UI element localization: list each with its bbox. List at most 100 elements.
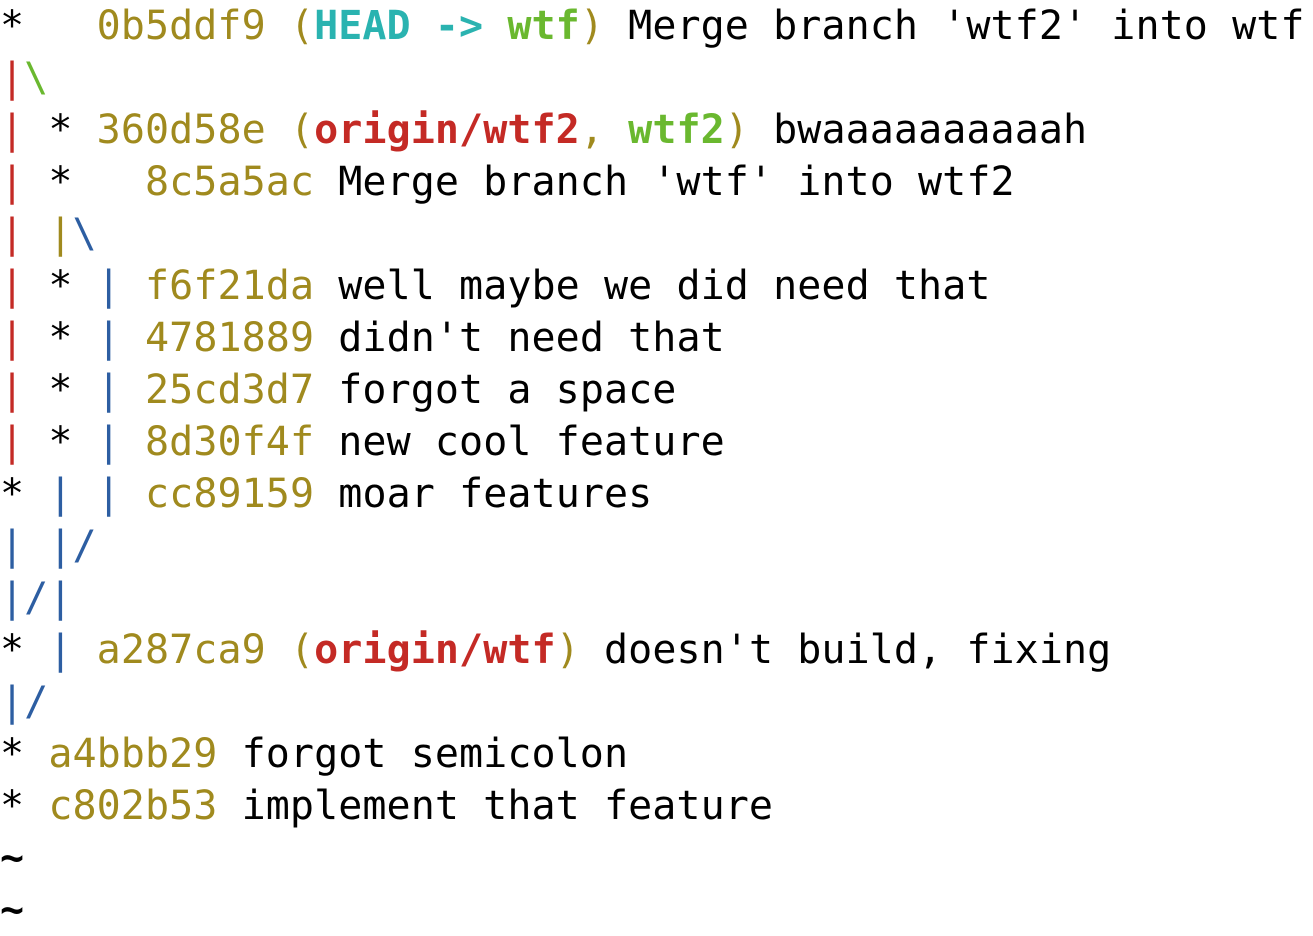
log-line: * | | cc89159 moar features	[0, 468, 1313, 520]
log-segment: *	[24, 367, 97, 413]
log-segment: )	[724, 107, 774, 153]
log-line: * c802b53 implement that feature	[0, 780, 1313, 832]
log-segment: |	[48, 471, 73, 517]
log-segment: forgot a space	[338, 367, 677, 413]
log-segment: |	[48, 575, 73, 621]
log-segment: 0b5ddf9	[96, 3, 290, 49]
log-segment	[24, 211, 48, 257]
log-segment: |	[0, 679, 25, 725]
log-segment: Merge branch 'wtf' into wtf2	[338, 159, 1015, 205]
log-segment: wtf2	[628, 107, 725, 153]
log-segment: *	[0, 627, 49, 673]
terminal-pager[interactable]: * 0b5ddf9 (HEAD -> wtf) Merge branch 'wt…	[0, 0, 1313, 933]
log-segment: |	[0, 523, 25, 569]
log-line: | * | f6f21da well maybe we did need tha…	[0, 260, 1313, 312]
log-segment: ~	[0, 835, 25, 881]
log-segment: |	[0, 55, 25, 101]
log-segment: new cool feature	[338, 419, 725, 465]
log-line: |/|	[0, 572, 1313, 624]
log-segment: origin/wtf2	[314, 107, 580, 153]
log-segment: Merge branch 'wtf2' into wtf	[628, 3, 1305, 49]
log-segment: *	[0, 731, 49, 777]
log-segment: |	[48, 627, 73, 673]
log-segment: ~	[0, 887, 25, 933]
log-segment: |	[0, 159, 25, 205]
log-segment: |	[96, 419, 121, 465]
log-segment: a4bbb29	[48, 731, 242, 777]
log-segment: wtf	[507, 3, 580, 49]
log-segment: origin/wtf	[314, 627, 556, 673]
log-line: | * | 25cd3d7 forgot a space	[0, 364, 1313, 416]
log-segment: *	[24, 315, 97, 361]
log-segment: |	[0, 367, 25, 413]
log-segment: |	[96, 471, 121, 517]
log-segment	[121, 367, 145, 413]
log-segment: well maybe we did need that	[338, 263, 991, 309]
log-segment: (	[289, 3, 315, 49]
log-segment: (	[289, 627, 315, 673]
log-line: ~	[0, 884, 1313, 936]
log-segment: /	[24, 575, 49, 621]
log-segment: )	[555, 627, 605, 673]
log-segment: 25cd3d7	[145, 367, 339, 413]
log-segment: |	[48, 523, 73, 569]
log-line: | |\	[0, 208, 1313, 260]
log-segment	[121, 419, 145, 465]
log-segment	[121, 471, 145, 517]
log-segment	[73, 471, 97, 517]
log-line: |\	[0, 52, 1313, 104]
log-segment: HEAD ->	[314, 3, 508, 49]
log-segment: c802b53	[48, 783, 242, 829]
log-segment: bwaaaaaaaaaah	[773, 107, 1088, 153]
log-segment: \	[72, 211, 97, 257]
log-segment	[121, 315, 145, 361]
log-line: | |/	[0, 520, 1313, 572]
log-segment: f6f21da	[145, 263, 339, 309]
log-line: | * | 4781889 didn't need that	[0, 312, 1313, 364]
log-segment: implement that feature	[241, 783, 774, 829]
log-segment: *	[24, 263, 97, 309]
log-segment: |	[0, 315, 25, 361]
log-line: * | a287ca9 (origin/wtf) doesn't build, …	[0, 624, 1313, 676]
log-segment: )	[579, 3, 629, 49]
log-line: | * 360d58e (origin/wtf2, wtf2) bwaaaaaa…	[0, 104, 1313, 156]
log-segment: |	[0, 263, 25, 309]
log-segment: |	[96, 367, 121, 413]
log-line: ~	[0, 832, 1313, 884]
log-segment: |	[96, 315, 121, 361]
log-segment: doesn't build, fixing	[604, 627, 1112, 673]
log-segment	[24, 523, 48, 569]
log-segment: 8d30f4f	[145, 419, 339, 465]
log-segment	[121, 263, 145, 309]
log-line: * 0b5ddf9 (HEAD -> wtf) Merge branch 'wt…	[0, 0, 1313, 52]
log-segment: |	[96, 263, 121, 309]
log-segment: moar features	[338, 471, 653, 517]
log-line: | * | 8d30f4f new cool feature	[0, 416, 1313, 468]
log-segment: 360d58e	[96, 107, 290, 153]
log-segment: *	[0, 783, 49, 829]
log-line: | * 8c5a5ac Merge branch 'wtf' into wtf2	[0, 156, 1313, 208]
log-segment: cc89159	[145, 471, 339, 517]
log-segment: (	[289, 107, 315, 153]
log-segment: *	[24, 159, 145, 205]
log-segment: *	[0, 3, 97, 49]
log-segment: |	[48, 211, 73, 257]
log-segment: 8c5a5ac	[144, 159, 339, 205]
log-segment: *	[24, 107, 97, 153]
log-segment: a287ca9	[96, 627, 290, 673]
log-segment: *	[0, 471, 49, 517]
log-segment: /	[24, 679, 49, 725]
log-segment: |	[0, 575, 25, 621]
log-line: * a4bbb29 forgot semicolon	[0, 728, 1313, 780]
log-segment: \	[24, 55, 49, 101]
log-segment: *	[24, 419, 97, 465]
log-segment: /	[72, 523, 97, 569]
log-segment: |	[0, 107, 25, 153]
log-segment: forgot semicolon	[241, 731, 629, 777]
log-segment	[73, 627, 97, 673]
log-segment: |	[0, 211, 25, 257]
log-line: |/	[0, 676, 1313, 728]
log-segment: |	[0, 419, 25, 465]
log-segment: 4781889	[145, 315, 339, 361]
log-segment: didn't need that	[338, 315, 725, 361]
